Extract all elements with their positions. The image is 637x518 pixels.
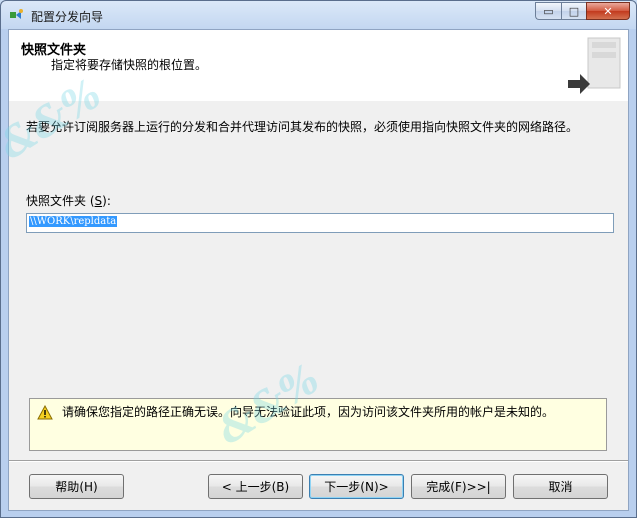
next-button[interactable]: 下一步 (N) > [309,474,404,499]
warning-box: 请确保您指定的路径正确无误。向导无法验证此项，因为访问该文件夹所用的帐户是未知的… [29,398,607,451]
warning-icon [37,405,53,420]
finish-button-label: 完成 [426,480,451,494]
back-button[interactable]: < 上一步 (B) [208,474,303,499]
maximize-button[interactable]: □ [561,2,586,20]
wizard-window: 配置分发向导 ▭ □ ✕ 快照文件夹 指定将要存储快照的根位置。 若要允许订阅服… [0,0,637,518]
back-button-accel: (B) [271,479,290,494]
snapshot-folder-label-accel-prefix: ( [86,194,95,208]
snapshot-folder-graphic-icon [568,37,621,94]
intro-text: 若要允许订阅服务器上运行的分发和合并代理访问其发布的快照，必须使用指向快照文件夹… [26,120,579,134]
footer-divider-highlight [9,461,628,462]
snapshot-folder-label-accel: S [94,194,103,208]
snapshot-folder-label-accel-suffix: ): [102,194,111,208]
maximize-icon: □ [568,4,580,18]
wizard-client-area: 快照文件夹 指定将要存储快照的根位置。 若要允许订阅服务器上运行的分发和合并代理… [8,29,629,511]
finish-button-suffix: >>| [466,479,491,494]
snapshot-folder-value: \\WORK\repldata [29,216,118,227]
finish-button-accel: (F) [450,479,467,494]
wizard-header: 快照文件夹 指定将要存储快照的根位置。 [9,30,628,101]
snapshot-folder-label-text: 快照文件夹 [26,194,87,208]
close-button[interactable]: ✕ [586,2,630,20]
cancel-button-label: 取消 [548,480,573,494]
help-button-accel: (H) [79,479,98,494]
header-divider [9,100,628,101]
help-button[interactable]: 帮助 (H) [29,474,124,499]
snapshot-folder-label: 快照文件夹 (S): [26,192,111,209]
caption-buttons: ▭ □ ✕ [535,2,630,21]
minimize-button[interactable]: ▭ [535,2,561,20]
title-bar[interactable]: 配置分发向导 ▭ □ ✕ [1,1,636,29]
window-title: 配置分发向导 [31,10,104,24]
warning-text: 请确保您指定的路径正确无误。向导无法验证此项，因为访问该文件夹所用的帐户是未知的… [62,405,555,419]
cancel-button[interactable]: 取消 [513,474,608,499]
page-subtitle: 指定将要存储快照的根位置。 [51,58,208,72]
next-button-accel: (N) [360,479,379,494]
next-button-suffix: > [378,479,389,494]
snapshot-folder-input[interactable]: \\WORK\repldata [26,213,614,233]
finish-button[interactable]: 完成 (F) >>| [411,474,506,499]
back-button-label: < 上一步 [221,480,272,494]
wizard-app-icon [10,9,23,19]
help-button-label: 帮助 [55,480,80,494]
minimize-icon: ▭ [543,4,554,18]
next-button-label: 下一步 [324,480,361,494]
close-icon: ✕ [603,4,613,18]
